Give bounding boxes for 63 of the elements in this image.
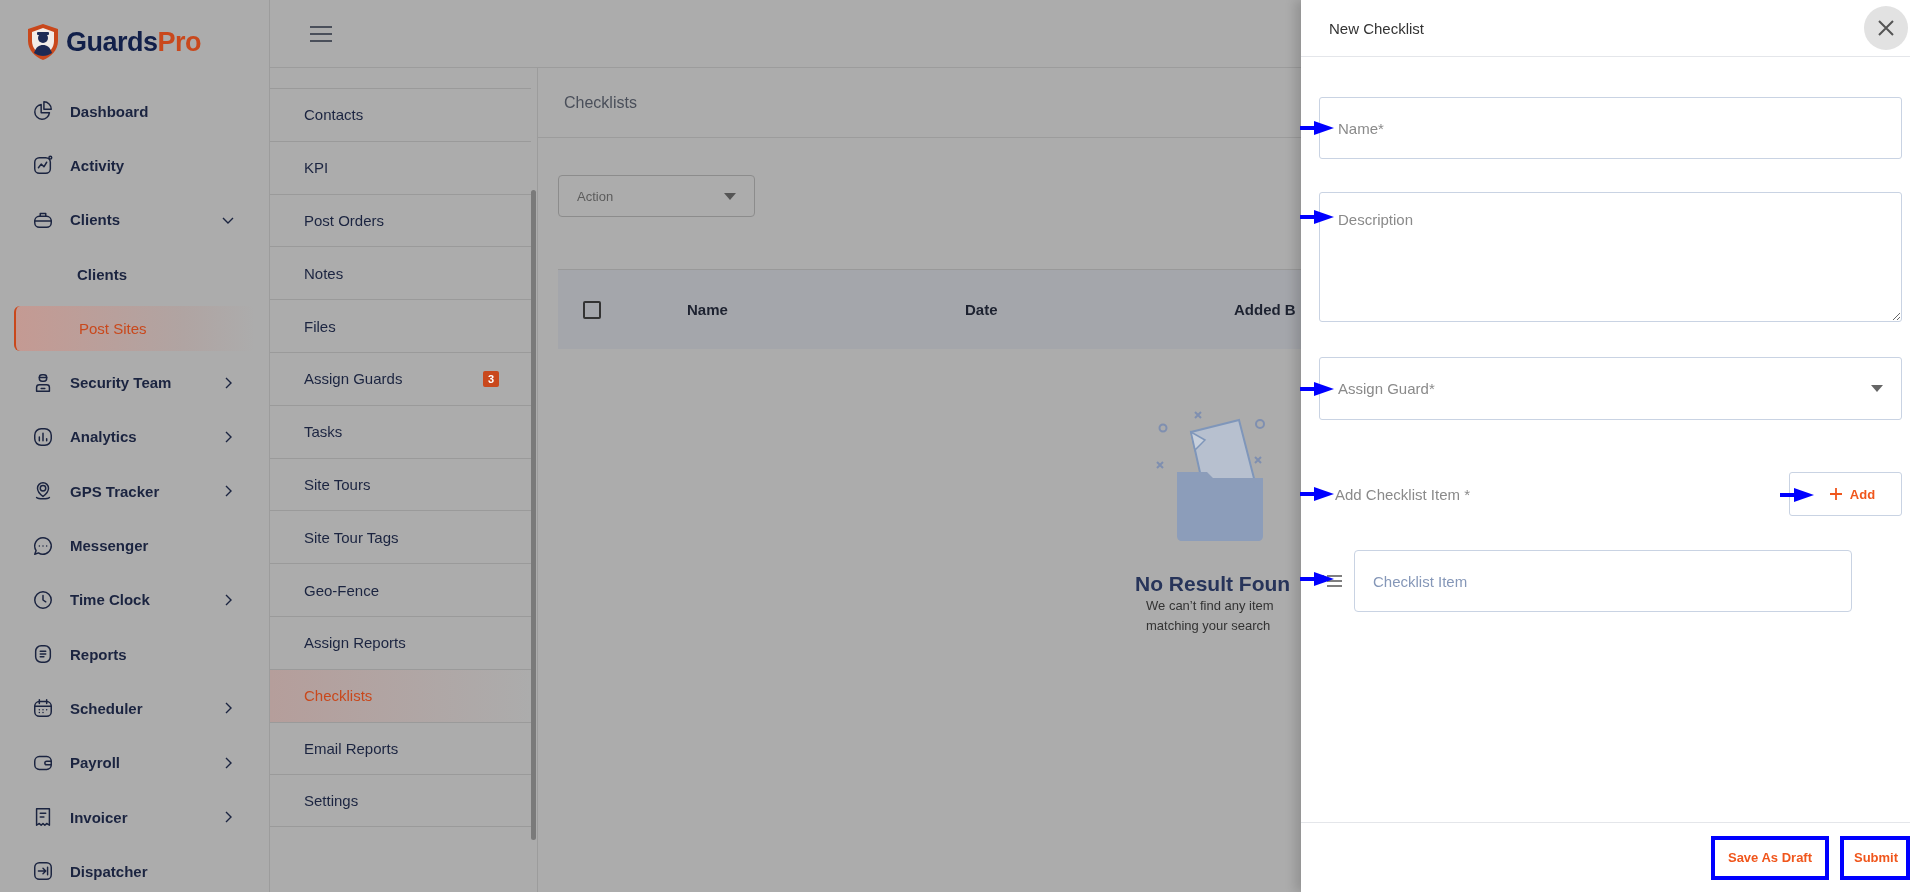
empty-state-text: We can’t find any item	[1146, 597, 1274, 615]
checklist-item-field[interactable]: Checklist Item	[1354, 550, 1852, 612]
subnav-item[interactable]: Site Tours	[270, 458, 531, 511]
section-label: Add Checklist Item *	[1335, 485, 1471, 503]
close-icon	[1877, 19, 1895, 37]
subnav-item[interactable]: Assign Guards 3	[270, 353, 531, 405]
column-header: Date	[965, 301, 999, 318]
login-icon	[32, 860, 54, 883]
caret-down-icon	[724, 192, 736, 200]
sidebar-item[interactable]: Reports	[32, 643, 235, 666]
caret-down-icon	[1871, 385, 1883, 392]
select-all-checkbox[interactable]	[583, 300, 601, 319]
line-chart-icon	[32, 154, 54, 177]
document-icon	[32, 643, 54, 666]
submit-button[interactable]: Submit	[1840, 835, 1910, 880]
sidebar-item[interactable]: Dispatcher	[32, 860, 235, 883]
sidebar-item[interactable]: Clients	[32, 208, 221, 231]
sidebar-item[interactable]: Scheduler	[32, 697, 221, 720]
sidebar-subitem[interactable]: Clients	[14, 251, 255, 297]
menu-icon	[310, 25, 332, 42]
guard-select[interactable]: Assign Guard*	[1319, 357, 1902, 420]
sidebar-item[interactable]: Payroll	[32, 751, 221, 774]
subnav-item[interactable]: Tasks	[270, 405, 531, 458]
subnav-item[interactable]: Post Orders	[270, 194, 531, 247]
add-button[interactable]: Add	[1789, 472, 1902, 516]
chat-bubble-icon	[32, 534, 54, 557]
scrollbar-thumb[interactable]	[531, 190, 536, 840]
empty-state-text: matching your search	[1146, 617, 1271, 635]
sidebar-item[interactable]: Security Team	[32, 371, 221, 394]
empty-state-title: No Result Foun	[1135, 572, 1291, 596]
clock-icon	[32, 588, 54, 611]
subnav-item[interactable]: Geo-Fence	[270, 564, 531, 616]
count-badge: 3	[482, 370, 499, 387]
sidebar-item[interactable]: Time Clock	[32, 588, 221, 611]
subnav-item[interactable]: Email Reports	[270, 722, 531, 775]
save-draft-button[interactable]: Save As Draft	[1711, 835, 1829, 880]
sidebar-item[interactable]: Messenger	[32, 534, 235, 557]
sidebar-item[interactable]: Analytics	[32, 425, 221, 448]
sidebar-item[interactable]: Dashboard	[32, 100, 235, 123]
subnav-item[interactable]: Site Tour Tags	[270, 511, 531, 564]
column-header: Name	[687, 301, 729, 318]
name-field[interactable]: Name*	[1319, 97, 1902, 159]
subnav-item[interactable]: Assign Reports	[270, 616, 531, 669]
pie-chart-icon	[32, 100, 54, 123]
sidebar-item[interactable]: GPS Tracker	[32, 480, 221, 503]
subnav-item[interactable]: Files	[270, 300, 531, 352]
sidebar-item[interactable]: Activity	[32, 154, 235, 177]
logo-text: GuardsPro	[66, 26, 202, 58]
sidebar-item[interactable]: Invoicer	[32, 806, 221, 828]
subnav-item[interactable]: KPI	[270, 141, 531, 194]
menu-button[interactable]	[310, 25, 332, 42]
subnav-item[interactable]: Contacts	[270, 89, 531, 141]
bar-chart-icon	[32, 425, 54, 448]
calendar-icon	[32, 697, 54, 720]
column-header: Added B	[1234, 301, 1297, 318]
page-title: Checklists	[564, 93, 637, 112]
description-field[interactable]: Description	[1319, 192, 1902, 322]
subnav-item[interactable]: Notes	[270, 247, 531, 300]
close-button[interactable]	[1864, 6, 1908, 50]
drawer-title: New Checklist	[1329, 19, 1425, 37]
shield-logo-icon	[26, 23, 60, 61]
plus-icon	[1829, 488, 1842, 500]
subnav-item[interactable]: Settings	[270, 775, 531, 827]
